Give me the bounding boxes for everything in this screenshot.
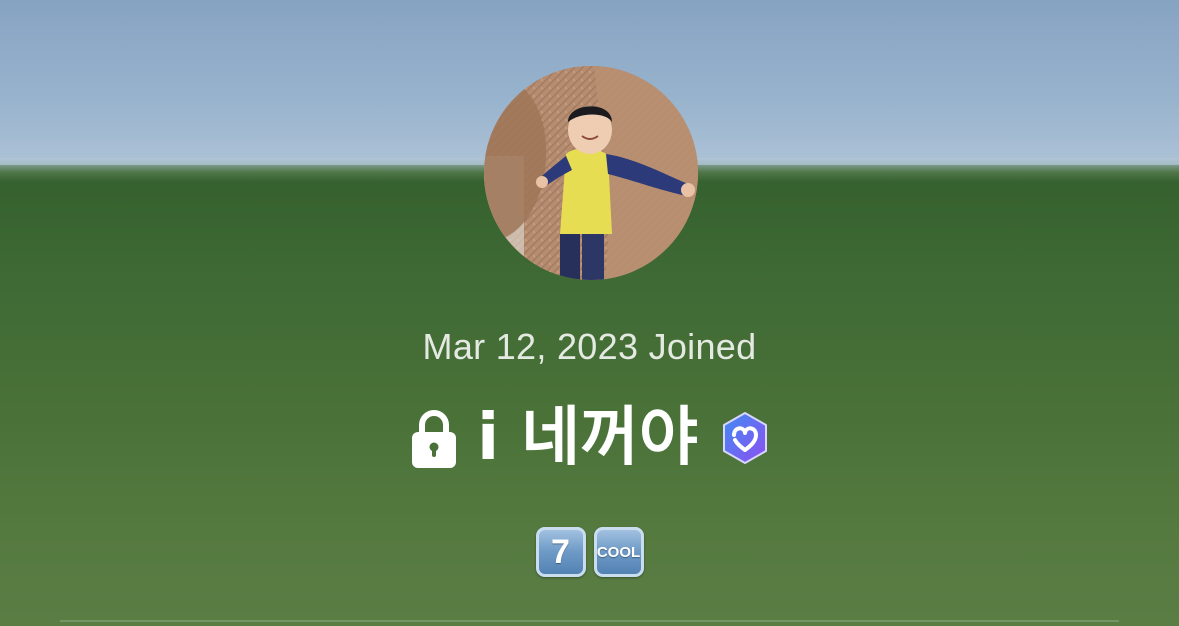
verified-badge-icon[interactable]: [720, 411, 770, 465]
avatar-photo: [484, 66, 698, 280]
lock-icon: [412, 410, 457, 468]
profile-badges: 7 COOL: [0, 527, 1179, 577]
section-divider: [60, 620, 1119, 622]
profile-header: Mar 12, 2023 Joined i 네꺼야 7 COOL: [0, 0, 1179, 626]
avatar[interactable]: [484, 66, 698, 280]
cool-button-emoji: COOL: [593, 527, 644, 577]
joined-date: Mar 12, 2023 Joined: [422, 326, 757, 367]
profile-name-row: i 네꺼야: [0, 398, 1179, 478]
display-name: i 네꺼야: [477, 401, 698, 475]
keycap-seven-emoji: 7: [535, 527, 586, 577]
